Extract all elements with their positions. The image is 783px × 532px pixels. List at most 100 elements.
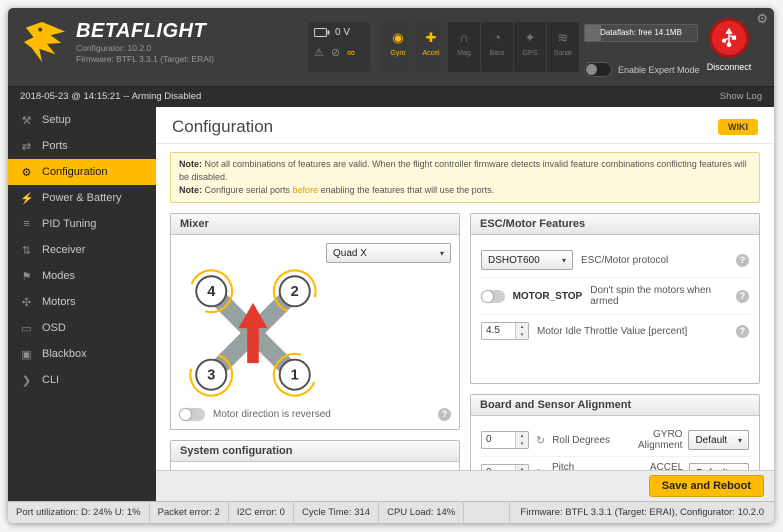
expert-mode-toggle[interactable] xyxy=(584,62,612,77)
usb-icon xyxy=(721,28,737,48)
app-header: BETAFLIGHT Configurator: 10.2.0 Firmware… xyxy=(8,8,774,86)
esc-protocol-select[interactable]: DSHOT600 ▾ xyxy=(481,250,573,270)
sidebar-item-pid-tuning[interactable]: ≡ PID Tuning xyxy=(8,211,156,237)
stepper-up-icon[interactable]: ▴ xyxy=(516,323,528,331)
wrench-icon: ⚒ xyxy=(21,114,32,127)
battery-bolt-icon: ⚡ xyxy=(20,192,34,205)
accel-icon: ✚ xyxy=(425,30,437,45)
sensor-sonar: ≋ Sonar xyxy=(547,22,579,72)
board-sensor-alignment-title: Board and Sensor Alignment xyxy=(471,395,759,416)
content-area: Configuration WIKI Note: Not all combina… xyxy=(156,107,774,501)
battery-voltage: 0 V xyxy=(335,27,351,38)
sidebar: ⚒ Setup ⇄ Ports ⚙ Configuration ⚡ Power … xyxy=(8,107,156,501)
screen-icon: ▭ xyxy=(21,322,32,335)
help-icon[interactable]: ? xyxy=(438,408,451,421)
help-icon[interactable]: ? xyxy=(736,253,749,267)
ports-link[interactable]: before xyxy=(293,185,319,195)
blackbox-icon: ▣ xyxy=(21,348,32,361)
status-message-bar: 2018-05-23 @ 14:15:21 -- Arming Disabled… xyxy=(8,86,774,107)
stepper-down-icon[interactable]: ▾ xyxy=(516,331,528,339)
chevron-down-icon: ▾ xyxy=(561,255,566,265)
usb-link-icon: ∞ xyxy=(347,46,355,59)
cpu-load: CPU Load: 14% xyxy=(379,502,465,523)
sensor-baro: ◔ Baro xyxy=(481,22,513,72)
link-broken-icon: ⊘ xyxy=(330,47,341,59)
gyro-icon: ◉ xyxy=(392,30,404,45)
sidebar-item-receiver[interactable]: ⇅ Receiver xyxy=(8,237,156,263)
warning-icon: ⚠ xyxy=(314,47,324,59)
port-utilization: Port utilization: D: 24% U: 1% xyxy=(8,502,150,523)
sliders-icon: ≡ xyxy=(23,218,30,230)
mag-icon: ∩ xyxy=(459,30,469,45)
help-icon[interactable]: ? xyxy=(736,289,749,303)
sensor-mag: ∩ Mag xyxy=(448,22,480,72)
motor-1-label: 1 xyxy=(291,368,299,384)
wiki-button[interactable]: WIKI xyxy=(718,119,758,135)
roll-degrees-input[interactable]: 0 ▴ ▾ xyxy=(481,431,529,449)
stepper-up-icon[interactable]: ▴ xyxy=(516,432,528,440)
motor-stop-label: MOTOR_STOP xyxy=(512,290,583,302)
cycle-time: Cycle Time: 314 xyxy=(294,502,380,523)
gyro-alignment-select[interactable]: Default ▾ xyxy=(688,430,749,450)
esc-motor-features-title: ESC/Motor Features xyxy=(471,214,759,235)
motor-direction-toggle[interactable] xyxy=(179,408,205,421)
app-window: BETAFLIGHT Configurator: 10.2.0 Firmware… xyxy=(8,8,774,523)
status-bar: Port utilization: D: 24% U: 1% Packet er… xyxy=(8,501,774,523)
statusbar-firmware: Firmware: BTFL 3.3.1 (Target: ERAI), Con… xyxy=(509,502,774,523)
chevron-down-icon: ▾ xyxy=(439,248,444,258)
battery-status-block: 0 V ⚠ ⊘ ∞ xyxy=(308,22,370,72)
motor-direction-label: Motor direction is reversed xyxy=(213,409,331,420)
gyro-alignment-label: GYRO Alignment xyxy=(637,429,683,451)
show-log-link[interactable]: Show Log xyxy=(720,87,762,107)
dataflash-label: Dataflash: free 14.1MB xyxy=(600,28,682,37)
firmware-version: Firmware: BTFL 3.3.1 (Target: ERAI) xyxy=(76,54,215,64)
esc-motor-features-panel: ESC/Motor Features DSHOT600 ▾ ESC/Motor … xyxy=(470,213,760,384)
disconnect-label: Disconnect xyxy=(706,62,752,72)
content-toolbar: Save and Reboot xyxy=(156,470,774,501)
help-icon[interactable]: ? xyxy=(736,324,749,338)
sidebar-item-setup[interactable]: ⚒ Setup xyxy=(8,107,156,133)
sidebar-item-configuration[interactable]: ⚙ Configuration xyxy=(8,159,156,185)
terminal-icon: ❯ xyxy=(21,374,32,387)
motor-stop-desc: Don't spin the motors when armed xyxy=(590,285,712,307)
esc-protocol-label: ESC/Motor protocol xyxy=(581,254,669,266)
motor-4-label: 4 xyxy=(207,284,216,300)
system-configuration-title: System configuration xyxy=(171,441,459,462)
sidebar-item-power-battery[interactable]: ⚡ Power & Battery xyxy=(8,185,156,211)
betaflight-bird-icon xyxy=(23,21,66,63)
ports-icon: ⇄ xyxy=(21,140,32,153)
sidebar-item-ports[interactable]: ⇄ Ports xyxy=(8,133,156,159)
system-configuration-panel: System configuration Note: Make sure you… xyxy=(170,440,460,471)
motor-3-label: 3 xyxy=(207,368,215,384)
chevron-down-icon: ▾ xyxy=(737,435,742,445)
betaflight-logo: BETAFLIGHT Configurator: 10.2.0 Firmware… xyxy=(22,20,214,65)
packet-error: Packet error: 2 xyxy=(150,502,229,523)
motor-2-label: 2 xyxy=(291,284,299,300)
mixer-panel-title: Mixer xyxy=(171,214,459,235)
battery-icon xyxy=(314,28,330,37)
sidebar-item-motors[interactable]: ✣ Motors xyxy=(8,289,156,315)
sensor-status-strip: ◉ Gyro ✚ Accel ∩ Mag ◔ Baro ✦ GPS ≋ Sona… xyxy=(382,22,579,72)
configurator-version: Configurator: 10.2.0 xyxy=(76,43,152,53)
i2c-error: I2C error: 0 xyxy=(229,502,294,523)
motor-icon: ✣ xyxy=(21,296,32,309)
save-reboot-button[interactable]: Save and Reboot xyxy=(648,475,764,497)
sensor-gyro: ◉ Gyro xyxy=(382,22,414,72)
sidebar-item-cli[interactable]: ❯ CLI xyxy=(8,367,156,393)
motor-idle-input[interactable]: 4.5 ▴ ▾ xyxy=(481,322,529,340)
flag-icon: ⚑ xyxy=(21,270,32,283)
board-sensor-alignment-panel: Board and Sensor Alignment 0 ▴ ▾ ↻ Roll D… xyxy=(470,394,760,471)
sidebar-item-modes[interactable]: ⚑ Modes xyxy=(8,263,156,289)
disconnect-button[interactable]: Disconnect xyxy=(698,18,760,72)
roll-degrees-label: Roll Degrees xyxy=(552,434,611,446)
motor-stop-toggle[interactable] xyxy=(481,289,505,303)
page-title: Configuration xyxy=(172,117,274,136)
sensor-accel: ✚ Accel xyxy=(415,22,447,72)
mixer-select[interactable]: Quad X ▾ xyxy=(326,243,451,263)
receiver-icon: ⇅ xyxy=(21,244,32,257)
settings-gear-icon[interactable]: ⚙ xyxy=(756,11,768,27)
sidebar-item-blackbox[interactable]: ▣ Blackbox xyxy=(8,341,156,367)
sidebar-item-osd[interactable]: ▭ OSD xyxy=(8,315,156,341)
app-title: BETAFLIGHT xyxy=(76,20,207,42)
stepper-down-icon[interactable]: ▾ xyxy=(516,440,528,448)
